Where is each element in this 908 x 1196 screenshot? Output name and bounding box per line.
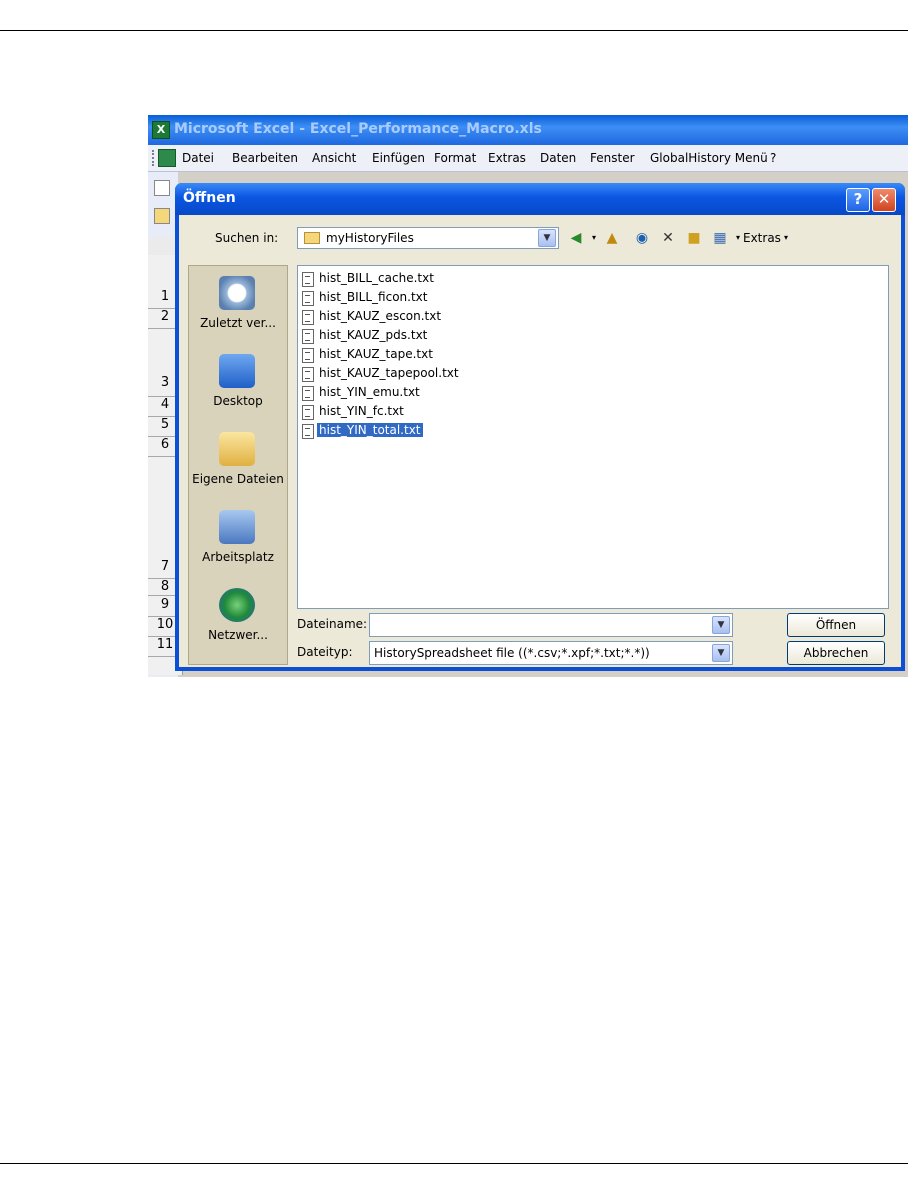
chevron-down-icon[interactable]: ▼ [712, 644, 730, 662]
search-web-icon[interactable]: ◉ [633, 229, 651, 247]
text-file-icon [302, 272, 314, 287]
file-name: hist_KAUZ_pds.txt [319, 328, 428, 342]
desktop-icon [219, 354, 255, 388]
new-folder-icon[interactable]: ■ [685, 229, 703, 247]
back-dropdown-icon[interactable]: ▾ [585, 229, 603, 247]
text-file-icon [302, 291, 314, 306]
menu-bearbeiten[interactable]: Bearbeiten [232, 151, 298, 165]
place-recent[interactable]: Zuletzt ver... [189, 272, 287, 348]
views-icon[interactable]: ▦ [711, 229, 729, 247]
menu-datei[interactable]: Datei [182, 151, 214, 165]
text-file-icon [302, 424, 314, 439]
menu-format[interactable]: Format [434, 151, 476, 165]
file-name: hist_YIN_fc.txt [319, 404, 404, 418]
excel-window-title: Microsoft Excel - Excel_Performance_Macr… [174, 121, 542, 137]
extras-dropdown-icon[interactable]: ▾ [777, 229, 795, 247]
chevron-down-icon[interactable]: ▼ [712, 616, 730, 634]
file-name: hist_KAUZ_tape.txt [319, 347, 433, 361]
help-button[interactable]: ? [846, 188, 870, 212]
open-dialog: Öffnen ? ✕ Suchen in: myHistoryFiles ▼ ◀… [175, 183, 905, 671]
text-file-icon [302, 348, 314, 363]
close-button[interactable]: ✕ [872, 188, 896, 212]
file-name: hist_YIN_total.txt [317, 423, 423, 437]
excel-title-bar: X Microsoft Excel - Excel_Performance_Ma… [148, 115, 908, 145]
text-file-icon [302, 367, 314, 382]
filetype-select[interactable]: HistorySpreadsheet file ((*.csv;*.xpf;*.… [369, 641, 733, 665]
chevron-down-icon[interactable]: ▼ [538, 229, 556, 247]
my-computer-icon [219, 510, 255, 544]
place-my-computer[interactable]: Arbeitsplatz [189, 506, 287, 582]
place-label: Eigene Dateien [192, 472, 284, 486]
place-label: Netzwer... [208, 628, 268, 642]
place-label: Zuletzt ver... [200, 316, 276, 330]
cancel-button[interactable]: Abbrechen [787, 641, 885, 665]
extras-menu[interactable]: Extras [743, 231, 781, 245]
filename-label: Dateiname: [297, 617, 368, 631]
dialog-body: Suchen in: myHistoryFiles ▼ ◀ ▾ ▲ ◉ ✕ ■ … [179, 215, 901, 667]
menu-help[interactable]: ? [770, 151, 776, 165]
filetype-value: HistorySpreadsheet file ((*.csv;*.xpf;*.… [374, 646, 650, 660]
place-label: Arbeitsplatz [202, 550, 274, 564]
page-bottom-rule [0, 1163, 908, 1164]
filename-input[interactable]: ▼ [369, 613, 733, 637]
text-file-icon [302, 386, 314, 401]
look-in-label: Suchen in: [215, 231, 279, 245]
look-in-combo[interactable]: myHistoryFiles ▼ [297, 227, 559, 249]
menu-extras[interactable]: Extras [488, 151, 526, 165]
recent-documents-icon [219, 276, 255, 310]
file-list: hist_BILL_cache.txt hist_BILL_ficon.txt … [297, 265, 889, 609]
file-name: hist_BILL_ficon.txt [319, 290, 428, 304]
folder-icon [304, 232, 320, 244]
workbook-icon[interactable] [158, 149, 176, 167]
excel-app-icon: X [152, 121, 170, 139]
text-file-icon [302, 329, 314, 344]
file-name: hist_YIN_emu.txt [319, 385, 420, 399]
menu-ansicht[interactable]: Ansicht [312, 151, 356, 165]
look-in-value: myHistoryFiles [326, 231, 414, 245]
filetype-label: Dateityp: [297, 645, 353, 659]
network-icon [219, 588, 255, 622]
page-top-rule [0, 30, 908, 31]
back-icon[interactable]: ◀ [567, 229, 585, 247]
text-file-icon [302, 405, 314, 420]
menu-globalhistory[interactable]: GlobalHistory Menü [650, 151, 768, 165]
file-name: hist_BILL_cache.txt [319, 271, 434, 285]
file-name: hist_KAUZ_escon.txt [319, 309, 442, 323]
place-desktop[interactable]: Desktop [189, 350, 287, 426]
my-documents-icon [219, 432, 255, 466]
menu-fenster[interactable]: Fenster [590, 151, 635, 165]
menu-daten[interactable]: Daten [540, 151, 576, 165]
open-button[interactable]: Öffnen [787, 613, 885, 637]
up-folder-icon[interactable]: ▲ [603, 229, 621, 247]
open-folder-icon[interactable] [154, 208, 170, 224]
place-my-documents[interactable]: Eigene Dateien [189, 428, 287, 504]
place-network[interactable]: Netzwer... [189, 584, 287, 660]
delete-icon[interactable]: ✕ [659, 229, 677, 247]
excel-menu-bar: Datei Bearbeiten Ansicht Einfügen Format… [148, 145, 908, 172]
text-file-icon [302, 310, 314, 325]
new-document-icon[interactable] [154, 180, 170, 196]
places-bar: Zuletzt ver... Desktop Eigene Dateien Ar… [188, 265, 288, 665]
excel-window: X Microsoft Excel - Excel_Performance_Ma… [148, 115, 908, 677]
menu-grip-handle[interactable] [152, 150, 156, 166]
dialog-title-bar[interactable]: Öffnen ? ✕ [175, 183, 905, 215]
dialog-title: Öffnen [183, 190, 236, 206]
place-label: Desktop [213, 394, 263, 408]
file-name: hist_KAUZ_tapepool.txt [319, 366, 459, 380]
menu-einfuegen[interactable]: Einfügen [372, 151, 425, 165]
